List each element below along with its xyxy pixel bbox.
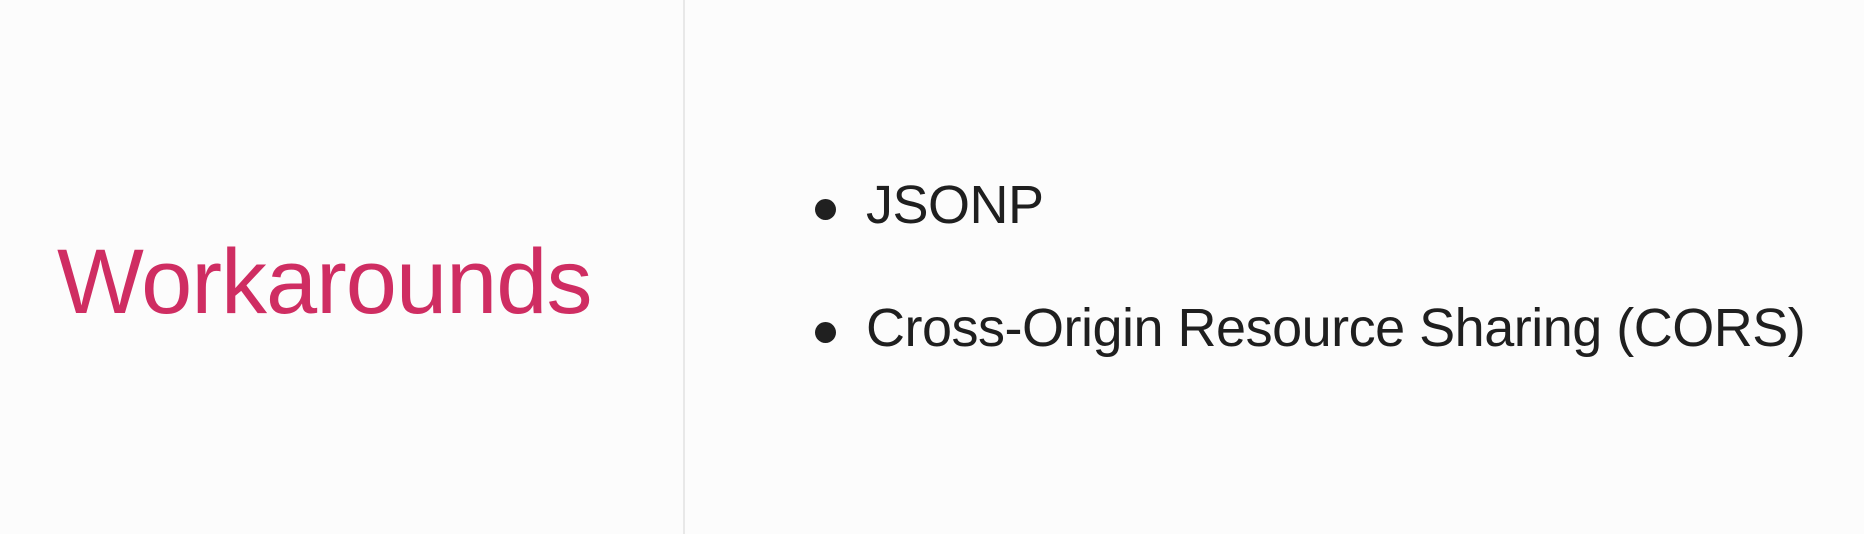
bullet-text: Cross-Origin Resource Sharing (CORS) [866, 298, 1806, 358]
bullet-item-jsonp: JSONP [0, 170, 1864, 240]
bullet-icon [815, 199, 836, 220]
slide: Workarounds JSONP Cross-Origin Resource … [0, 0, 1864, 534]
bullet-icon [815, 322, 836, 343]
vertical-divider [683, 0, 685, 534]
bullet-item-cors: Cross-Origin Resource Sharing (CORS) [0, 293, 1864, 363]
bullet-text: JSONP [866, 175, 1044, 235]
